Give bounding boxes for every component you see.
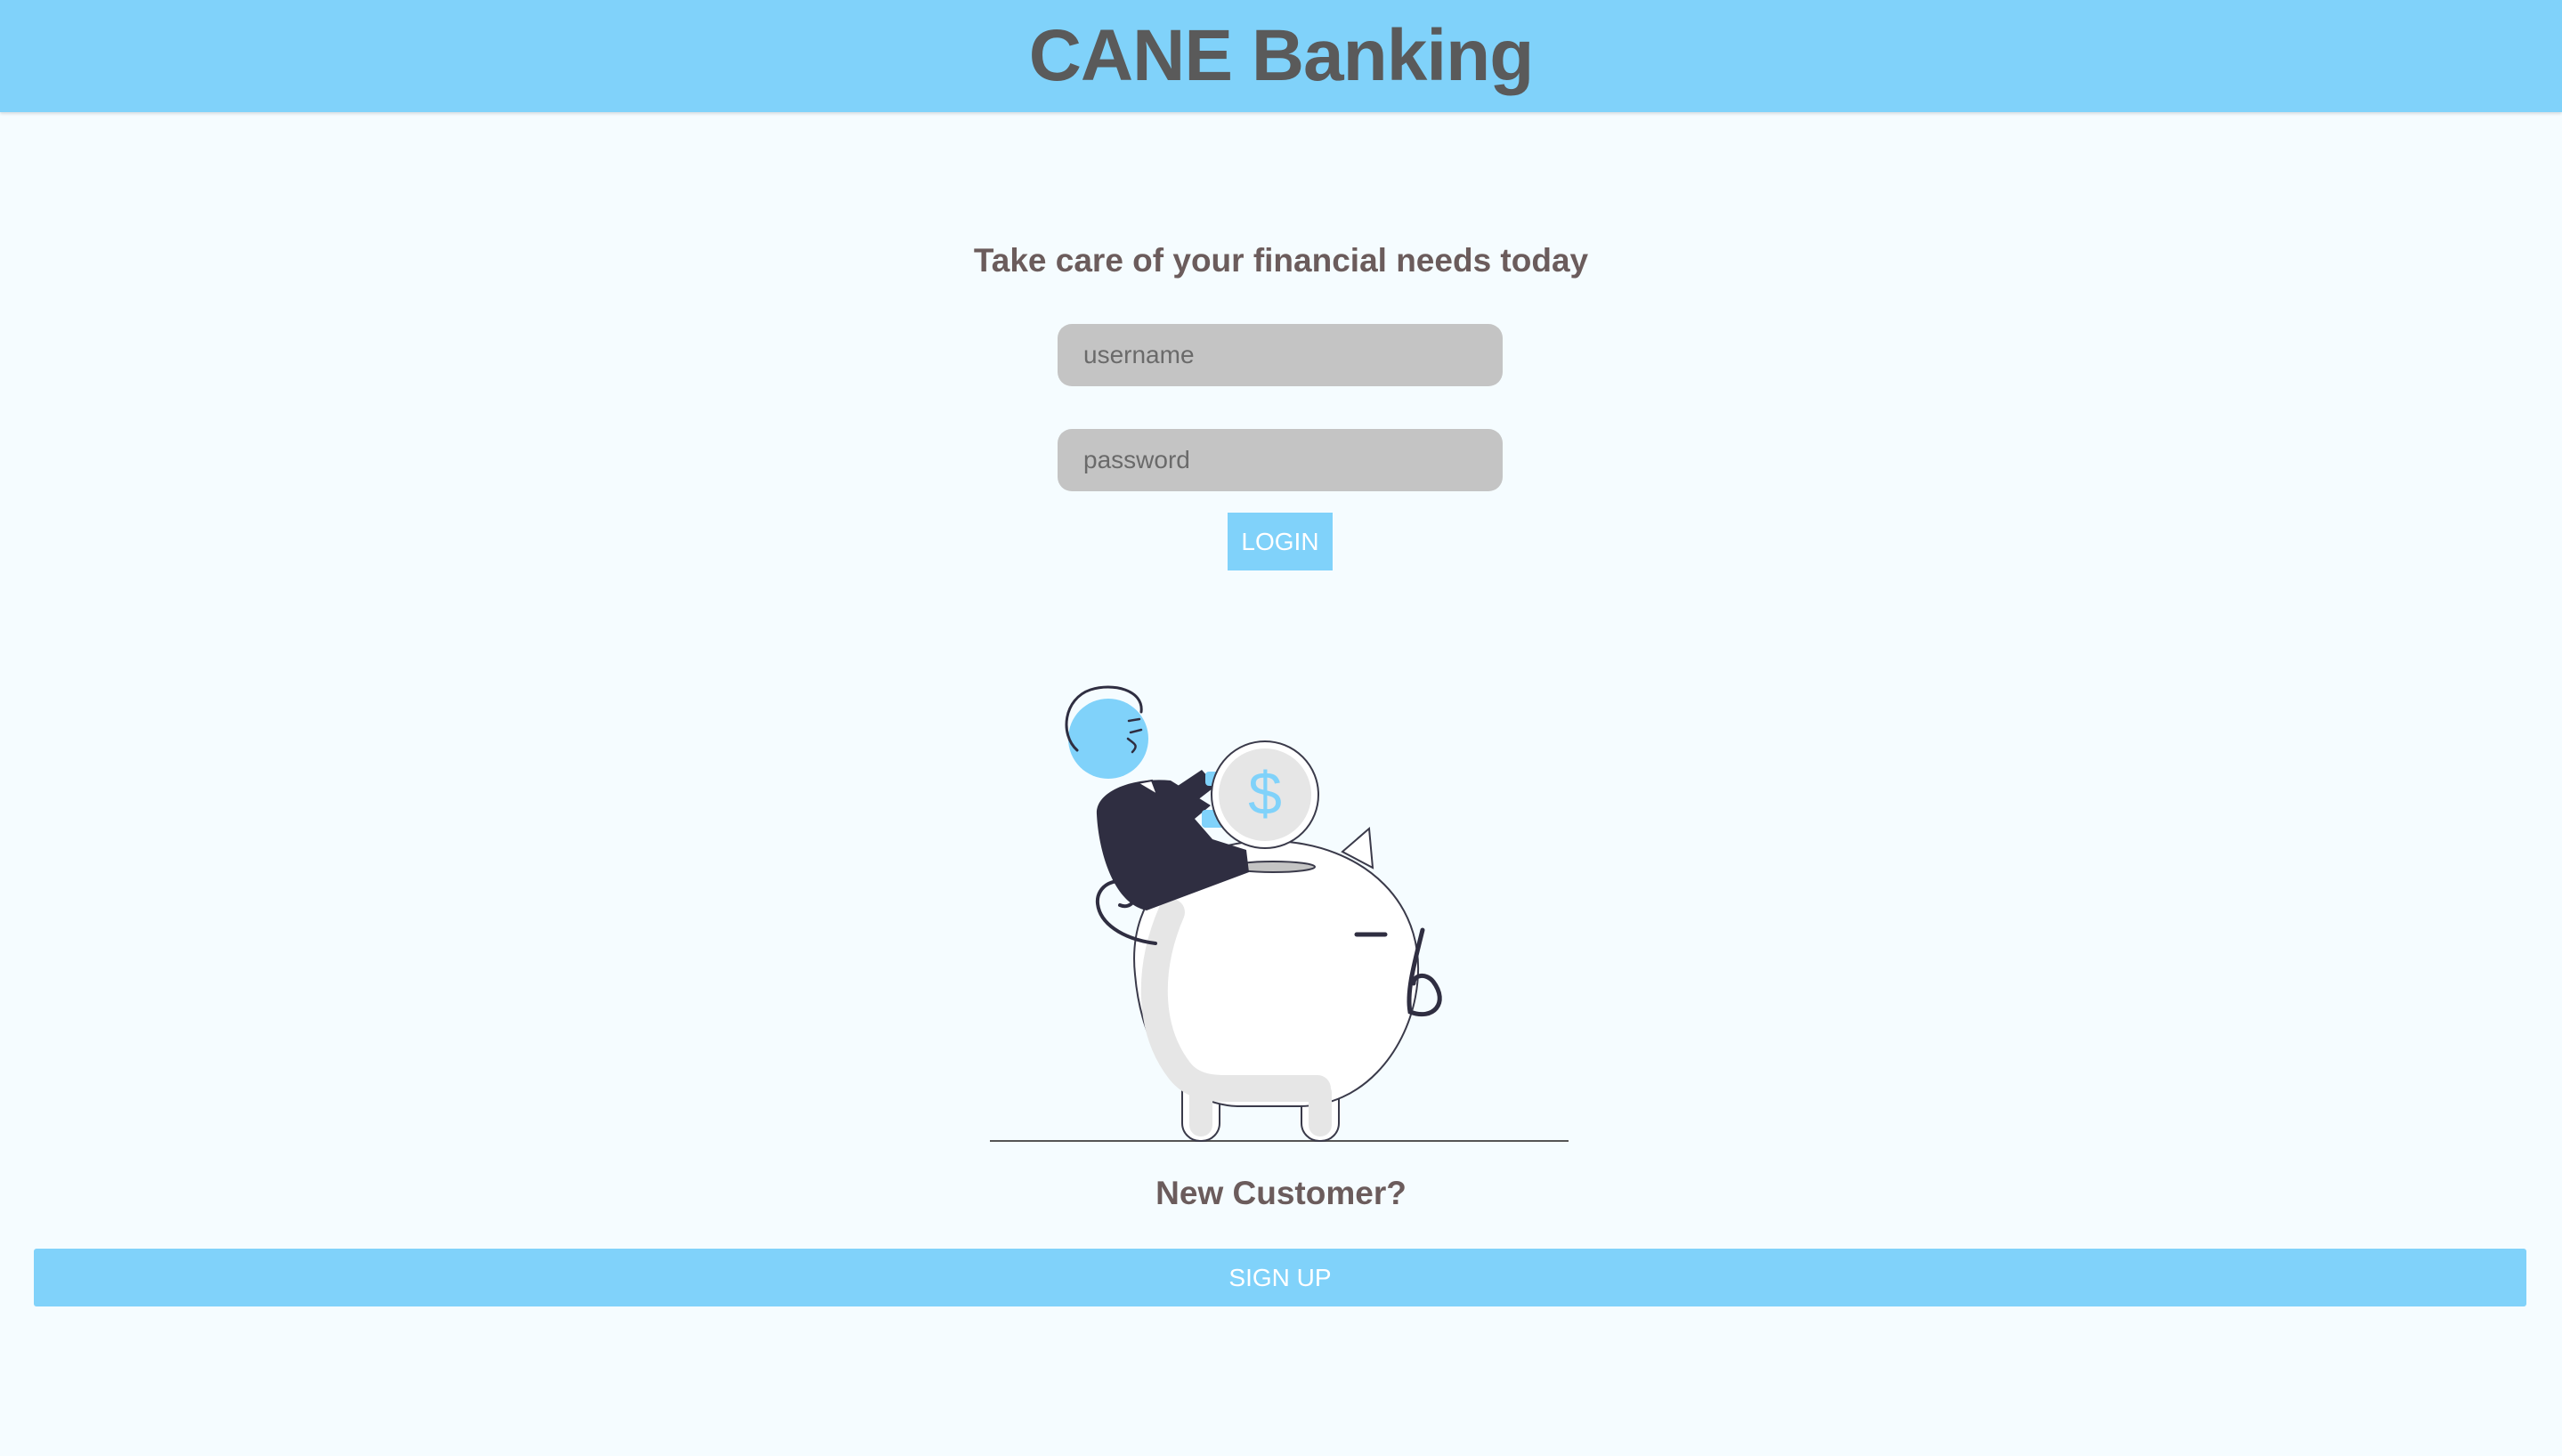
- login-button[interactable]: LOGIN: [1228, 513, 1333, 570]
- username-input[interactable]: [1058, 324, 1503, 386]
- app-title: CANE Banking: [1028, 15, 1535, 96]
- app-header: CANE Banking: [0, 0, 2562, 112]
- new-customer-prompt: New Customer?: [1155, 1175, 1407, 1211]
- person-head: [1068, 699, 1148, 779]
- password-input[interactable]: [1058, 429, 1503, 491]
- signup-button[interactable]: SIGN UP: [34, 1249, 2526, 1306]
- dollar-icon: $: [1248, 760, 1282, 828]
- login-tagline: Take care of your financial needs today: [973, 242, 1589, 279]
- piggy-bank-illustration: $: [990, 685, 1569, 1142]
